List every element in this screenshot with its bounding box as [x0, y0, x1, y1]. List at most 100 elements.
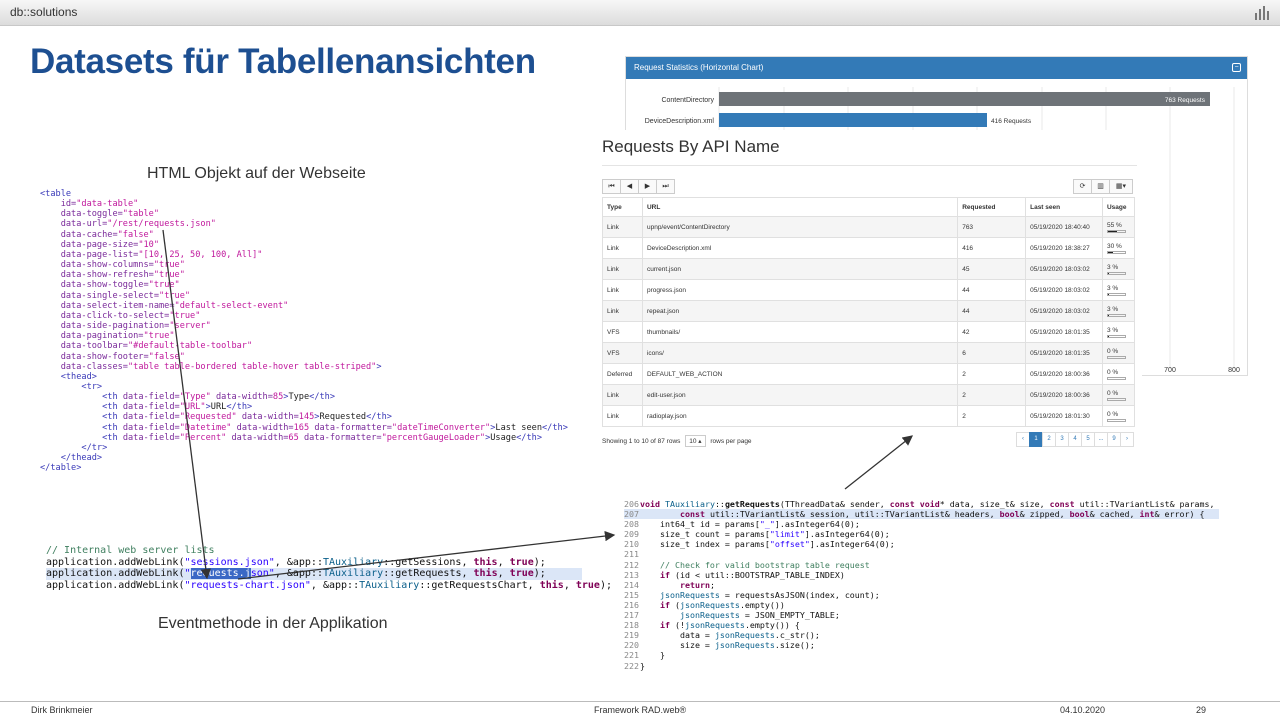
cell-url: current.json [641, 258, 959, 280]
page-link[interactable]: ... [1094, 432, 1108, 447]
page-link[interactable]: 5 [1081, 432, 1095, 447]
cell-type: Deferred [602, 363, 643, 385]
footer-date: 04.10.2020 [1060, 705, 1106, 715]
usage-gauge-fill [1107, 335, 1109, 337]
caption-event-method: Eventmethode in der Applikation [158, 615, 388, 632]
usage-label: 55 % [1106, 221, 1122, 229]
usage-label: 3 % [1106, 305, 1119, 313]
caption-html-object: HTML Objekt auf der Webseite [147, 165, 366, 182]
col-type[interactable]: Type [602, 197, 643, 217]
page-link[interactable]: › [1120, 432, 1134, 447]
cell-usage: 3 % [1101, 300, 1136, 322]
page-size-value: 10 [689, 438, 697, 445]
cell-url: radioplay.json [641, 405, 959, 427]
cell-usage: 3 % [1101, 258, 1136, 280]
cell-usage: 0 % [1101, 363, 1136, 385]
page-link[interactable]: 2 [1042, 432, 1056, 447]
col-last-seen[interactable]: Last seen [1025, 197, 1103, 217]
grid-menu-icon[interactable]: ▦▾ [1109, 179, 1133, 194]
cell-last-seen: 05/19/2020 18:40:40 [1025, 216, 1103, 238]
cell-last-seen: 05/19/2020 18:03:02 [1025, 279, 1103, 301]
table-row[interactable]: Link repeat.json 44 05/19/2020 18:03:02 3 % [602, 300, 1136, 322]
weblink-code: // Internal web server lists application… [46, 545, 613, 591]
requests-table-panel: Requests By API Name ⏮ ◀ ▶ ⏭ ⟳ ▥ ▦▾ Type… [597, 130, 1142, 460]
get-requests-code: 206void TAuxiliary::getRequests(TThreadD… [624, 499, 1220, 671]
footer-page-number: 29 [1196, 705, 1207, 715]
table-row[interactable]: Link DeviceDescription.xml 416 05/19/2020 1… [602, 237, 1136, 259]
prev-page-icon[interactable]: ◀ [620, 179, 639, 194]
usage-gauge [1106, 376, 1126, 380]
col-usage[interactable]: Usage [1101, 197, 1136, 217]
requests-table: Type URL Requested Last seen Usage Link u… [602, 197, 1136, 427]
usage-gauge [1106, 271, 1126, 275]
table-header-row: Type URL Requested Last seen Usage [602, 197, 1136, 217]
page-link[interactable]: 3 [1055, 432, 1069, 447]
cell-url: DeviceDescription.xml [641, 237, 959, 259]
table-row[interactable]: Link current.json 45 05/19/2020 18:03:02 3 % [602, 258, 1136, 280]
cell-url: edit-user.json [641, 384, 959, 406]
cell-requested: 416 [957, 237, 1027, 259]
refresh-icon[interactable]: ⟳ [1073, 179, 1092, 194]
table-row[interactable]: Link progress.json 44 05/19/2020 18:03:02 3 … [602, 279, 1136, 301]
usage-gauge-fill [1107, 251, 1114, 253]
footer-product: Framework RAD.web® [594, 705, 687, 715]
usage-gauge [1106, 418, 1126, 422]
bar-devicedescription [719, 113, 987, 127]
cell-requested: 45 [957, 258, 1027, 280]
table-row[interactable]: VFS thumbnails/42 05/19/2020 18:01:35 3 % [602, 321, 1136, 343]
cell-last-seen: 05/19/2020 18:38:27 [1025, 237, 1103, 259]
usage-label: 0 % [1106, 347, 1119, 355]
usage-label: 0 % [1106, 410, 1119, 418]
page-link[interactable]: 1 [1029, 432, 1043, 447]
collapse-icon[interactable]: − [1232, 63, 1241, 72]
table-row[interactable]: Link radioplay.json 2 05/19/2020 18:01:30 0 … [602, 405, 1136, 427]
tick-800: 800 [1228, 367, 1240, 374]
columns-icon[interactable]: ▥ [1091, 179, 1110, 194]
title-divider [602, 165, 1137, 166]
page-link[interactable]: 9 [1107, 432, 1121, 447]
cell-last-seen: 05/19/2020 18:00:36 [1025, 363, 1103, 385]
table-title: Requests By API Name [602, 137, 780, 156]
usage-label: 3 % [1106, 263, 1119, 271]
next-page-icon[interactable]: ▶ [638, 179, 657, 194]
footer-divider [0, 701, 1280, 702]
page-size-select[interactable]: 10 ▴ [685, 435, 706, 447]
usage-gauge [1106, 397, 1126, 401]
table-row[interactable]: Link upnp/event/ContentDirectory 763 05/19/… [602, 216, 1136, 238]
col-url[interactable]: URL [641, 197, 959, 217]
cell-requested: 2 [957, 405, 1027, 427]
cell-url: upnp/event/ContentDirectory [641, 216, 959, 238]
first-page-icon[interactable]: ⏮ [602, 179, 621, 194]
usage-gauge [1106, 334, 1126, 338]
bar-value-contentdirectory: 763 Requests [1165, 97, 1206, 104]
bar-value-devicedescription: 416 Requests [991, 118, 1032, 125]
cell-usage: 0 % [1101, 384, 1136, 406]
cell-usage: 30 % [1101, 237, 1136, 259]
bar-label-contentdirectory: ContentDirectory [661, 97, 714, 104]
table-row[interactable]: VFS icons/6 05/19/2020 18:01:35 0 % [602, 342, 1136, 364]
page-link[interactable]: ‹ [1016, 432, 1030, 447]
tick-700: 700 [1164, 367, 1176, 374]
cell-last-seen: 05/19/2020 18:01:35 [1025, 321, 1103, 343]
usage-gauge [1106, 250, 1126, 254]
col-requested[interactable]: Requested [957, 197, 1027, 217]
cell-last-seen: 05/19/2020 18:03:02 [1025, 300, 1103, 322]
usage-gauge [1106, 313, 1126, 317]
rows-per-page-label: rows per page [710, 438, 752, 445]
last-page-icon[interactable]: ⏭ [656, 179, 675, 194]
bars-logo-icon [1255, 6, 1269, 20]
cell-url: DEFAULT_WEB_ACTION [641, 363, 959, 385]
cell-requested: 2 [957, 363, 1027, 385]
cell-type: VFS [602, 342, 643, 364]
footer-author: Dirk Brinkmeier [31, 705, 93, 715]
chart-title: Request Statistics (Horizontal Chart) [634, 63, 764, 72]
usage-gauge-fill [1107, 314, 1109, 316]
cell-type: Link [602, 405, 643, 427]
page-link[interactable]: 4 [1068, 432, 1082, 447]
table-row[interactable]: Link edit-user.json 2 05/19/2020 18:00:36 0 … [602, 384, 1136, 406]
cell-requested: 44 [957, 279, 1027, 301]
cell-requested: 2 [957, 384, 1027, 406]
cell-type: VFS [602, 321, 643, 343]
cell-usage: 3 % [1101, 321, 1136, 343]
table-row[interactable]: Deferred DEFAULT_WEB_ACTION 2 05/19/2020 18… [602, 363, 1136, 385]
